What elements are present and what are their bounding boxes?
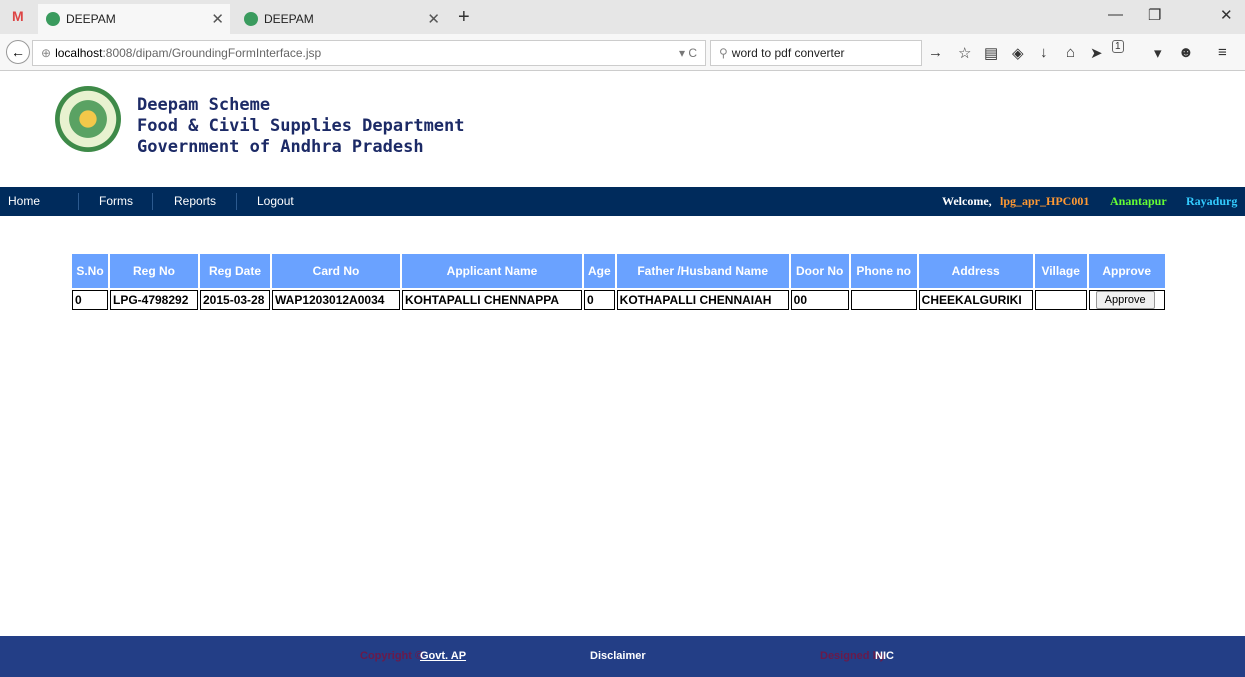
close-window-icon[interactable]: ✕ <box>1220 6 1233 24</box>
send-icon[interactable]: ➤ <box>1090 44 1103 62</box>
cell-village <box>1034 290 1087 310</box>
govt-ap-link[interactable]: Govt. AP <box>420 636 466 677</box>
chat-icon[interactable]: ☻ <box>1178 44 1194 61</box>
browser-nav-bar: ← ⊕ localhost:8008/dipam/GroundingFormInt… <box>0 34 1245 71</box>
home-icon[interactable]: ⌂ <box>1066 44 1075 61</box>
go-arrow-icon[interactable]: → <box>928 44 943 61</box>
column-header-phone-no: Phone no <box>850 254 917 288</box>
close-tab-icon[interactable]: ✕ <box>211 10 224 28</box>
deepam-favicon-icon <box>46 12 60 26</box>
column-header-address: Address <box>918 254 1033 288</box>
cell-reg-date: 2015-03-28 <box>200 290 270 310</box>
column-header-reg-no: Reg No <box>110 254 198 288</box>
welcome-label: Welcome, <box>942 194 992 208</box>
close-tab-icon[interactable]: ✕ <box>427 10 440 28</box>
page-footer: Copyright © Govt. AP Disclaimer Designed… <box>0 636 1245 677</box>
menu-item-home[interactable]: Home <box>8 187 40 216</box>
title-line-scheme: Deepam Scheme <box>137 95 271 115</box>
address-bar[interactable]: ⊕ localhost:8008/dipam/GroundingFormInter… <box>32 40 706 66</box>
tab-deepam-1[interactable]: DEEPAM ✕ <box>38 4 230 34</box>
menu-divider <box>78 193 79 210</box>
new-tab-icon[interactable]: + <box>458 6 470 29</box>
cell-reg-no: LPG-4798292 <box>110 290 198 310</box>
copyright-text: Copyright © <box>360 650 424 662</box>
column-header-door-no: Door No <box>790 254 849 288</box>
nic-link[interactable]: NIC <box>875 636 894 677</box>
url-host: localhost <box>55 46 103 60</box>
column-header-card-no: Card No <box>272 254 400 288</box>
cell-applicant-name: KOHTAPALLI CHENNAPPA <box>402 290 582 310</box>
minimize-icon[interactable]: — <box>1108 6 1123 23</box>
mandal-name: Rayadurg <box>1186 194 1238 208</box>
menu-divider <box>152 193 153 210</box>
site-title: Deepam Scheme Food & Civil Supplies Depa… <box>137 95 465 158</box>
cell-age: 0 <box>584 290 615 310</box>
main-menu-bar: Home Forms Reports Logout Welcome, lpg_a… <box>0 187 1245 216</box>
cell-address: CHEEKALGURIKI <box>918 290 1033 310</box>
menu-divider <box>236 193 237 210</box>
dropdown-icon[interactable]: ▾ <box>1154 44 1162 62</box>
reading-list-icon[interactable]: ▤ <box>984 44 998 62</box>
table-header-row: S.No Reg No Reg Date Card No Applicant N… <box>72 254 1165 288</box>
column-header-father-name: Father /Husband Name <box>616 254 789 288</box>
column-header-age: Age <box>584 254 615 288</box>
url-path: :8008/dipam/GroundingFormInterface.jsp <box>102 46 322 60</box>
cell-card-no: WAP1203012A0034 <box>272 290 400 310</box>
browser-tab-bar: M DEEPAM ✕ DEEPAM ✕ + — ❐ ✕ <box>0 0 1245 34</box>
column-header-applicant-name: Applicant Name <box>402 254 582 288</box>
cell-door-no: 00 <box>790 290 849 310</box>
menu-item-reports[interactable]: Reports <box>174 187 216 216</box>
reload-icon[interactable]: ▾ C <box>679 41 697 65</box>
search-query: word to pdf converter <box>731 46 845 60</box>
disclaimer-link[interactable]: Disclaimer <box>590 636 646 677</box>
cell-father-name: KOTHAPALLI CHENNAIAH <box>616 290 789 310</box>
district-name: Anantapur <box>1110 194 1167 208</box>
download-icon[interactable]: ↓ <box>1040 44 1048 61</box>
column-header-sno: S.No <box>72 254 108 288</box>
search-icon: ⚲ <box>719 46 728 60</box>
tab-label: DEEPAM <box>264 12 314 26</box>
search-input[interactable]: ⚲ word to pdf converter <box>710 40 922 66</box>
cell-phone-no <box>850 290 917 310</box>
hamburger-menu-icon[interactable]: ≡ <box>1218 44 1227 61</box>
notification-badge[interactable]: 1 <box>1112 40 1124 53</box>
cell-sno: 0 <box>72 290 108 310</box>
restore-icon[interactable]: ❐ <box>1148 6 1161 24</box>
table-row: 0 LPG-4798292 2015-03-28 WAP1203012A0034… <box>72 290 1165 310</box>
menu-item-logout[interactable]: Logout <box>257 187 294 216</box>
deepam-favicon-icon <box>244 12 258 26</box>
globe-icon: ⊕ <box>41 46 52 60</box>
tab-deepam-2[interactable]: DEEPAM ✕ <box>236 4 446 34</box>
title-line-department: Food & Civil Supplies Department <box>137 116 465 136</box>
applications-table: S.No Reg No Reg Date Card No Applicant N… <box>70 252 1167 312</box>
username: lpg_apr_HPC001 <box>1000 194 1090 208</box>
ap-government-seal-logo <box>55 86 121 152</box>
approve-button[interactable]: Approve <box>1095 291 1155 309</box>
pocket-icon[interactable]: ◈ <box>1012 44 1024 62</box>
bookmark-star-icon[interactable]: ☆ <box>958 44 971 62</box>
cell-approve: Approve <box>1088 290 1165 310</box>
column-header-reg-date: Reg Date <box>200 254 270 288</box>
column-header-village: Village <box>1034 254 1087 288</box>
title-line-government: Government of Andhra Pradesh <box>137 137 424 157</box>
column-header-approve: Approve <box>1088 254 1165 288</box>
menu-item-forms[interactable]: Forms <box>99 187 133 216</box>
gmail-pinned-tab-icon[interactable]: M <box>12 8 30 24</box>
back-arrow-icon[interactable]: ← <box>6 40 30 64</box>
tab-label: DEEPAM <box>66 12 116 26</box>
